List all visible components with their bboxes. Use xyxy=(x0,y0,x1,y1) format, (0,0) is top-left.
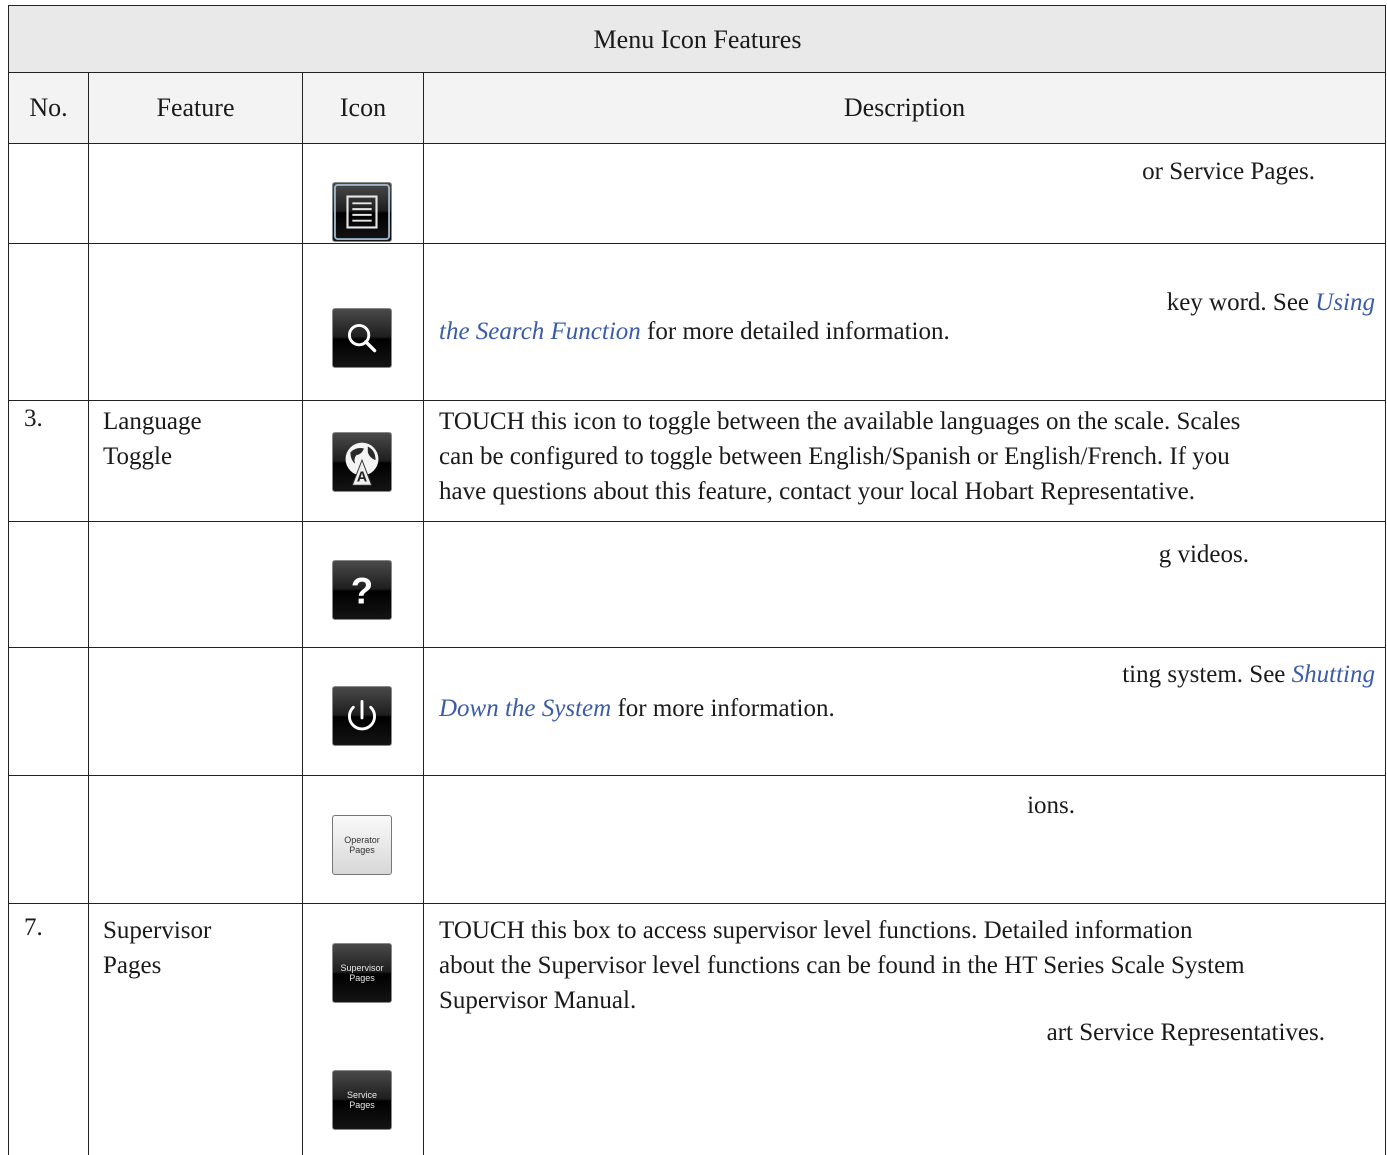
globe-language-icon[interactable]: A xyxy=(332,432,392,492)
header-feature: Feature xyxy=(156,93,235,122)
operator-pages-icon[interactable]: Operator Pages xyxy=(332,815,392,875)
icon-label: Pages xyxy=(349,973,375,983)
description-text: ions. xyxy=(1027,792,1075,819)
row-number: 3. xyxy=(24,405,43,432)
icon-label: Pages xyxy=(349,1100,375,1110)
description-text: TOUCH this icon to toggle between the av… xyxy=(439,404,1375,509)
feature-line: Language xyxy=(103,408,202,435)
icon-label: Supervisor xyxy=(340,963,384,973)
shutting-down-system-link[interactable]: Down the System xyxy=(439,695,611,722)
feature-name: Supervisor Pages xyxy=(103,913,211,983)
using-search-link[interactable]: Using xyxy=(1315,289,1375,316)
feature-line: Pages xyxy=(103,952,162,979)
shutting-down-link[interactable]: Shutting xyxy=(1292,661,1375,688)
description-line: can be configured to toggle between Engl… xyxy=(439,443,1230,470)
row-number: 7. xyxy=(24,914,43,941)
description-text: TOUCH this box to access supervisor leve… xyxy=(439,913,1375,1018)
description-text: key word. See xyxy=(1166,289,1316,316)
feature-line: Supervisor xyxy=(103,917,212,944)
power-icon[interactable] xyxy=(332,686,392,746)
feature-name: Language Toggle xyxy=(103,404,202,474)
svg-text:A: A xyxy=(357,469,368,485)
description-line: TOUCH this box to access supervisor leve… xyxy=(439,917,1193,944)
header-description: Description xyxy=(843,93,966,122)
header-icon: Icon xyxy=(339,93,387,122)
description-text: for more information. xyxy=(611,695,835,722)
icon-label: Pages xyxy=(349,845,375,855)
description-text: art Service Representatives. xyxy=(1046,1019,1325,1046)
description-line: TOUCH this icon to toggle between the av… xyxy=(439,408,1241,435)
supervisor-pages-icon[interactable]: Supervisor Pages xyxy=(332,943,392,1003)
svg-text:?: ? xyxy=(351,571,373,612)
description-text: ting system. See xyxy=(1122,661,1292,688)
description-line: Supervisor Manual. xyxy=(439,987,637,1014)
description-text: g videos. xyxy=(1158,541,1249,568)
search-function-link[interactable]: the Search Function xyxy=(439,318,641,345)
icon-label: Service xyxy=(346,1090,377,1100)
header-no: No. xyxy=(29,93,68,122)
description-text: or Service Pages. xyxy=(1142,158,1315,185)
icon-label: Operator xyxy=(344,835,380,845)
description-line: about the Supervisor level functions can… xyxy=(439,952,1245,979)
menu-list-icon[interactable] xyxy=(332,182,392,242)
description-line: have questions about this feature, conta… xyxy=(439,478,1195,505)
description-text: for more detailed information. xyxy=(640,318,950,345)
search-icon[interactable] xyxy=(332,308,392,368)
table-title: Menu Icon Features xyxy=(593,24,802,54)
help-question-icon[interactable]: ? xyxy=(332,560,392,620)
service-pages-icon[interactable]: Service Pages xyxy=(332,1070,392,1130)
feature-line: Toggle xyxy=(103,443,173,470)
